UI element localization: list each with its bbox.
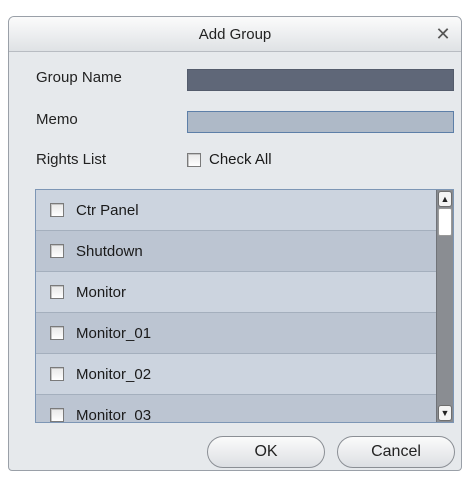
scroll-down-icon[interactable]: ▼: [438, 405, 452, 421]
rights-list-item[interactable]: Shutdown: [36, 231, 438, 272]
scroll-thumb[interactable]: [438, 208, 452, 236]
rights-list-scrollbar[interactable]: ▲ ▼: [436, 190, 453, 422]
dialog-title: Add Group: [198, 25, 272, 43]
rights-item-label: Monitor_03: [76, 406, 152, 423]
scroll-up-icon[interactable]: ▲: [438, 191, 452, 207]
cancel-button[interactable]: Cancel: [337, 436, 455, 468]
rights-item-label: Ctr Panel: [76, 201, 139, 219]
rights-item-checkbox[interactable]: [50, 244, 64, 258]
rights-item-label: Monitor_01: [76, 324, 152, 342]
check-all-checkbox[interactable]: [187, 152, 201, 167]
add-group-dialog: Add Group ✕ Group Name Memo Rights List …: [8, 16, 462, 471]
rights-list-rows: Ctr Panel Shutdown Monitor Monitor_01 Monito…: [36, 190, 438, 423]
rights-item-checkbox[interactable]: [50, 367, 64, 381]
rights-item-checkbox[interactable]: [50, 203, 64, 217]
dialog-titlebar[interactable]: Add Group ✕: [9, 17, 461, 52]
rights-item-checkbox[interactable]: [50, 408, 64, 422]
memo-input[interactable]: [187, 111, 454, 133]
rights-item-label: Monitor_02: [76, 365, 152, 383]
group-name-input[interactable]: [187, 69, 454, 91]
rights-item-label: Monitor: [76, 283, 127, 301]
group-name-label: Group Name: [36, 69, 122, 86]
rights-list-label: Rights List: [36, 151, 107, 168]
rights-list-item[interactable]: Monitor_03: [36, 395, 438, 423]
rights-item-checkbox[interactable]: [50, 285, 64, 299]
rights-list-item[interactable]: Monitor: [36, 272, 438, 313]
memo-label: Memo: [36, 111, 78, 128]
check-all-control[interactable]: Check All: [187, 151, 272, 168]
rights-list-item[interactable]: Ctr Panel: [36, 190, 438, 231]
rights-item-checkbox[interactable]: [50, 326, 64, 340]
check-all-label: Check All: [209, 151, 272, 168]
ok-button[interactable]: OK: [207, 436, 325, 468]
rights-list-item[interactable]: Monitor_02: [36, 354, 438, 395]
close-icon[interactable]: ✕: [433, 24, 453, 44]
rights-item-label: Shutdown: [76, 242, 143, 260]
rights-list[interactable]: Ctr Panel Shutdown Monitor Monitor_01 Monito…: [35, 189, 454, 423]
rights-list-item[interactable]: Monitor_01: [36, 313, 438, 354]
